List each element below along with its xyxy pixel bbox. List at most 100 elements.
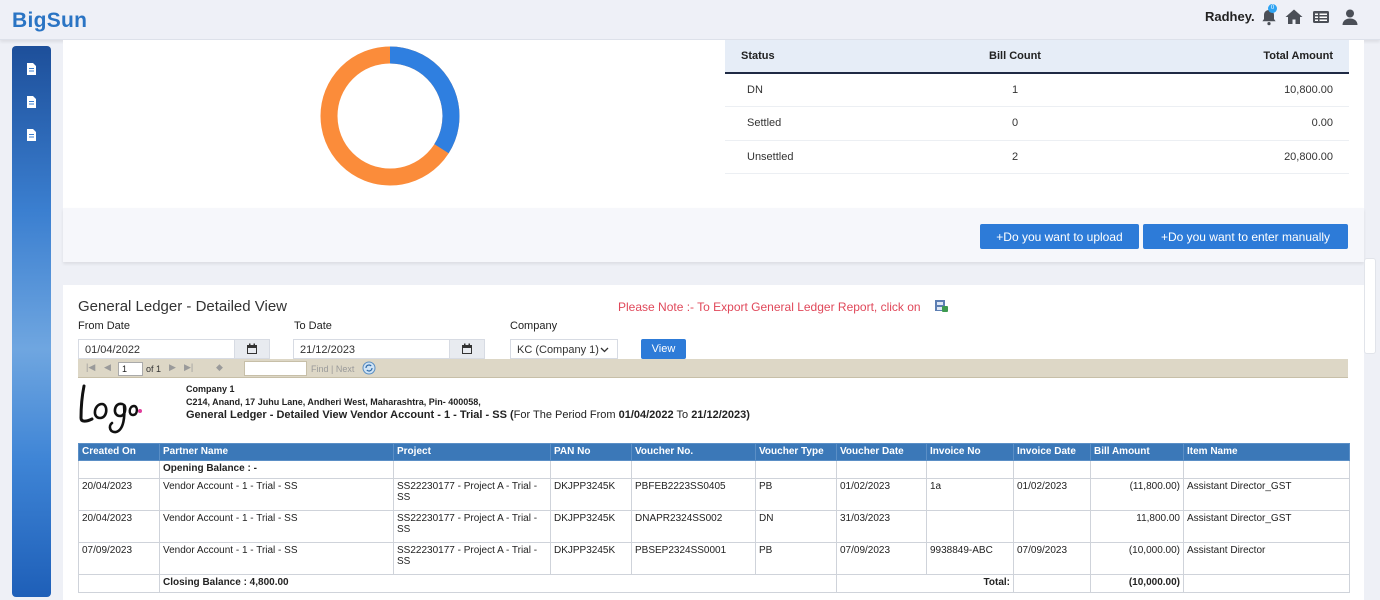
empty-cell xyxy=(78,460,160,479)
column-header-pan-no: PAN No xyxy=(550,443,632,461)
document-icon[interactable] xyxy=(24,128,38,142)
invoice-no-cell: 1a xyxy=(926,478,1014,511)
column-header-invoice-date: Invoice Date xyxy=(1013,443,1091,461)
page-count: of 1 xyxy=(146,364,162,374)
document-icon[interactable] xyxy=(24,95,38,109)
column-header-created-on: Created On xyxy=(78,443,160,461)
enter-manually-button[interactable]: +Do you want to enter manually xyxy=(1143,224,1348,249)
column-header-project: Project xyxy=(393,443,551,461)
voucher-type-cell: PB xyxy=(755,478,837,511)
empty-cell xyxy=(1013,574,1091,593)
report-to-date: 21/12/2023 xyxy=(691,409,747,421)
amount-cell: 0.00 xyxy=(1115,106,1349,141)
bill-amount-cell: 11,800.00 xyxy=(1090,510,1184,543)
refresh-icon[interactable] xyxy=(362,361,376,375)
status-cell: Settled xyxy=(725,106,915,141)
invoice-date-cell: 01/02/2023 xyxy=(1013,478,1091,511)
created-on-cell: 20/04/2023 xyxy=(78,510,160,543)
first-page-icon[interactable]: |◀ xyxy=(86,362,95,373)
column-header-partner-name: Partner Name xyxy=(159,443,394,461)
project-cell: SS22230177 - Project A - Trial - SS xyxy=(393,510,551,543)
export-note: Please Note :- To Export General Ledger … xyxy=(618,300,921,314)
report-heading-title: General Ledger - Detailed View Vendor Ac… xyxy=(186,409,514,421)
status-donut-chart xyxy=(320,46,460,186)
to-date-input[interactable]: 21/12/2023 xyxy=(293,339,450,359)
company-logo xyxy=(79,384,142,434)
from-date-calendar-button[interactable] xyxy=(234,339,270,359)
column-header-total-amount: Total Amount xyxy=(1115,40,1349,74)
empty-cell xyxy=(1090,460,1184,479)
document-icon[interactable] xyxy=(24,62,38,76)
total-label-cell: Total: xyxy=(836,574,1014,593)
amount-cell: 20,800.00 xyxy=(1115,140,1349,174)
empty-cell xyxy=(1013,460,1091,479)
empty-cell xyxy=(550,460,632,479)
user-icon[interactable] xyxy=(1340,7,1360,27)
closing-balance-cell: Closing Balance : 4,800.00 xyxy=(159,574,837,593)
opening-balance-cell: Opening Balance : - xyxy=(159,460,394,479)
report-heading-period: For The Period From xyxy=(513,409,619,421)
export-excel-icon[interactable] xyxy=(934,299,948,313)
calendar-icon xyxy=(462,343,472,354)
last-page-icon[interactable]: ▶| xyxy=(184,362,193,373)
opening-balance-row: Opening Balance : - xyxy=(78,460,1350,479)
upload-button[interactable]: +Do you want to upload xyxy=(980,224,1139,249)
report-company-name: Company 1 xyxy=(186,384,235,394)
item-name-cell: Assistant Director_GST xyxy=(1183,510,1350,543)
report-heading: General Ledger - Detailed View Vendor Ac… xyxy=(186,409,750,421)
report-company-address: C214, Anand, 17 Juhu Lane, Andheri West,… xyxy=(186,397,481,407)
bill-amount-cell: (11,800.00) xyxy=(1090,478,1184,511)
table-row: 20/04/2023 Vendor Account - 1 - Trial - … xyxy=(78,478,1350,511)
status-summary-table: Status Bill Count Total Amount DN 1 10,8… xyxy=(725,40,1349,174)
page-number-input[interactable]: 1 xyxy=(118,362,143,376)
find-next-links[interactable]: Find | Next xyxy=(311,364,354,374)
ledger-header-row: Created On Partner Name Project PAN No V… xyxy=(78,443,1350,461)
voucher-date-cell: 31/03/2023 xyxy=(836,510,927,543)
empty-cell xyxy=(393,460,551,479)
status-row: Unsettled 2 20,800.00 xyxy=(725,140,1349,174)
partner-name-cell: Vendor Account - 1 - Trial - SS xyxy=(159,510,394,543)
to-date-label: To Date xyxy=(294,320,332,332)
brand-logo[interactable]: BigSun xyxy=(12,9,87,33)
previous-page-icon[interactable]: ◀ xyxy=(104,362,111,373)
status-cell: Unsettled xyxy=(725,140,915,174)
page-title: General Ledger - Detailed View xyxy=(78,298,288,315)
scrollbar[interactable] xyxy=(1364,258,1376,354)
back-icon[interactable]: ◆ xyxy=(216,362,223,373)
to-date-calendar-button[interactable] xyxy=(449,339,485,359)
bill-amount-cell: (10,000.00) xyxy=(1090,542,1184,575)
from-date-input[interactable]: 01/04/2022 xyxy=(78,339,235,359)
count-cell: 1 xyxy=(915,73,1115,107)
status-cell: DN xyxy=(725,73,915,107)
status-row: DN 1 10,800.00 xyxy=(725,73,1349,107)
sidebar xyxy=(12,46,51,597)
list-icon[interactable] xyxy=(1311,7,1331,27)
column-header-voucher-no: Voucher No. xyxy=(631,443,756,461)
ledger-table: Opening Balance : - Created On Partner N… xyxy=(78,443,1350,593)
count-cell: 2 xyxy=(915,140,1115,174)
home-icon[interactable] xyxy=(1284,7,1304,27)
empty-cell xyxy=(1183,460,1350,479)
voucher-no-cell: DNAPR2324SS002 xyxy=(631,510,756,543)
column-header-voucher-date: Voucher Date xyxy=(836,443,927,461)
from-date-label: From Date xyxy=(78,320,130,332)
voucher-date-cell: 01/02/2023 xyxy=(836,478,927,511)
project-cell: SS22230177 - Project A - Trial - SS xyxy=(393,478,551,511)
find-input[interactable] xyxy=(244,361,307,376)
pan-cell: DKJPP3245K xyxy=(550,542,632,575)
created-on-cell: 07/09/2023 xyxy=(78,542,160,575)
partner-name-cell: Vendor Account - 1 - Trial - SS xyxy=(159,478,394,511)
invoice-date-cell xyxy=(1013,510,1091,543)
voucher-date-cell: 07/09/2023 xyxy=(836,542,927,575)
voucher-no-cell: PBFEB2223SS0405 xyxy=(631,478,756,511)
column-header-bill-count: Bill Count xyxy=(915,40,1115,74)
total-amount-cell: (10,000.00) xyxy=(1090,574,1184,593)
chevron-down-icon xyxy=(600,347,609,353)
company-select[interactable]: KC (Company 1) xyxy=(510,339,618,359)
user-name[interactable]: Radhey. xyxy=(1205,9,1255,24)
next-page-icon[interactable]: ▶ xyxy=(169,362,176,373)
empty-cell xyxy=(755,460,837,479)
voucher-no-cell: PBSEP2324SS0001 xyxy=(631,542,756,575)
empty-cell xyxy=(78,574,160,593)
view-button[interactable]: View xyxy=(641,339,686,359)
